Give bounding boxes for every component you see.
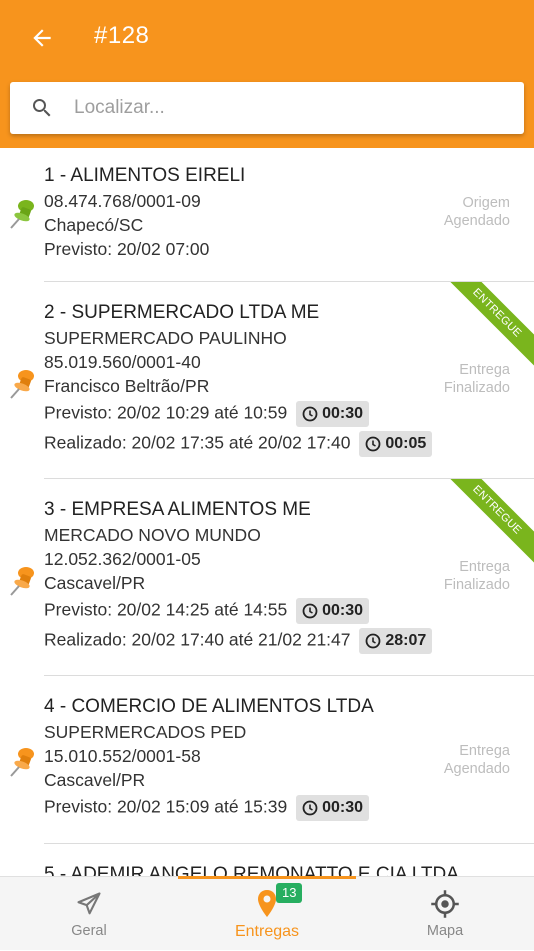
item-name: 5 - ADEMIR ANGELO REMONATTO E CIA LTDA bbox=[44, 864, 459, 876]
duration-chip: 00:30 bbox=[296, 795, 370, 821]
item-fantasy-name: SUPERMERCADOS PED bbox=[44, 722, 247, 742]
active-tab-indicator bbox=[178, 876, 356, 879]
search-input[interactable] bbox=[74, 97, 494, 119]
nav-label: Entregas bbox=[234, 923, 300, 940]
clock-icon bbox=[365, 633, 381, 649]
item-previsto-row: Previsto: 20/02 15:09 até 15:39 00:30 bbox=[44, 795, 370, 821]
item-cnpj: 15.010.552/0001-58 bbox=[44, 746, 201, 766]
item-realizado-row: Realizado: 20/02 17:40 até 21/02 21:47 2… bbox=[44, 628, 433, 654]
status-type: Entrega bbox=[459, 743, 510, 759]
arrow-back-icon bbox=[33, 29, 51, 47]
item-previsto: Previsto: 20/02 14:25 até 14:55 bbox=[44, 599, 288, 620]
item-cnpj: 12.052.362/0001-05 bbox=[44, 549, 201, 569]
nav-mapa[interactable]: Mapa bbox=[356, 877, 534, 951]
duration-chip: 28:07 bbox=[359, 628, 433, 654]
clock-icon bbox=[302, 603, 318, 619]
item-name: 3 - EMPRESA ALIMENTOS ME bbox=[44, 499, 311, 520]
status-state: Finalizado bbox=[443, 577, 510, 593]
item-city: Cascavel/PR bbox=[44, 770, 146, 790]
list-item[interactable]: 5 - ADEMIR ANGELO REMONATTO E CIA LTDA bbox=[0, 844, 534, 876]
nav-entregas[interactable]: Entregas bbox=[178, 877, 356, 951]
search-icon bbox=[10, 82, 74, 134]
item-name: 1 - ALIMENTOS EIRELI bbox=[44, 165, 246, 186]
item-fantasy-name: SUPERMERCADO PAULINHO bbox=[44, 328, 287, 348]
item-city: Cascavel/PR bbox=[44, 573, 146, 593]
pushpin-icon bbox=[10, 748, 34, 777]
item-previsto: Previsto: 20/02 07:00 bbox=[44, 239, 210, 259]
item-realizado: Realizado: 20/02 17:35 até 20/02 17:40 bbox=[44, 432, 351, 453]
duration-chip: 00:30 bbox=[296, 401, 370, 427]
send-icon bbox=[77, 892, 101, 915]
bottom-navigation: Geral Entregas 13 Mapa bbox=[0, 876, 534, 950]
search-bar[interactable] bbox=[10, 82, 524, 134]
clock-icon bbox=[302, 800, 318, 816]
item-status: Origem Agendado bbox=[444, 194, 510, 230]
list-item[interactable]: 1 - ALIMENTOS EIRELI 08.474.768/0001-09 … bbox=[0, 148, 534, 282]
list-item[interactable]: ENTREGUE 3 - EMPRESA ALIMENTOS ME MERCAD… bbox=[0, 479, 534, 676]
pushpin-icon bbox=[10, 370, 34, 399]
duration-chip: 00:30 bbox=[296, 598, 370, 624]
item-city: Chapecó/SC bbox=[44, 215, 144, 235]
status-type: Entrega bbox=[459, 362, 510, 378]
status-state: Finalizado bbox=[443, 380, 510, 396]
pushpin-icon bbox=[10, 567, 34, 596]
item-cnpj: 08.474.768/0001-09 bbox=[44, 191, 201, 211]
duration-chip: 00:05 bbox=[359, 431, 433, 457]
item-city: Francisco Beltrão/PR bbox=[44, 376, 210, 396]
nav-label: Geral bbox=[71, 923, 107, 939]
item-realizado: Realizado: 20/02 17:40 até 21/02 21:47 bbox=[44, 629, 351, 650]
pushpin-icon bbox=[10, 200, 34, 229]
list-item[interactable]: 4 - COMERCIO DE ALIMENTOS LTDA SUPERMERC… bbox=[0, 676, 534, 844]
page-title: #128 bbox=[94, 22, 150, 49]
status-state: Agendado bbox=[443, 213, 510, 229]
gps-target-icon bbox=[431, 890, 459, 918]
count-badge: 13 bbox=[276, 883, 303, 903]
item-fantasy-name: MERCADO NOVO MUNDO bbox=[44, 525, 261, 545]
item-name: 4 - COMERCIO DE ALIMENTOS LTDA bbox=[44, 696, 374, 717]
status-state: Agendado bbox=[443, 761, 510, 777]
clock-icon bbox=[365, 436, 381, 452]
item-status: Entrega Agendado bbox=[444, 742, 510, 778]
back-button[interactable] bbox=[22, 18, 62, 58]
status-type: Origem bbox=[462, 195, 510, 211]
item-previsto: Previsto: 20/02 15:09 até 15:39 bbox=[44, 796, 288, 817]
delivery-list[interactable]: 1 - ALIMENTOS EIRELI 08.474.768/0001-09 … bbox=[0, 148, 534, 876]
item-name: 2 - SUPERMERCADO LTDA ME bbox=[44, 302, 320, 323]
clock-icon bbox=[302, 406, 318, 422]
nav-label: Mapa bbox=[426, 923, 464, 939]
status-type: Entrega bbox=[459, 559, 510, 575]
list-item[interactable]: ENTREGUE 2 - SUPERMERCADO LTDA ME SUPERM… bbox=[0, 282, 534, 479]
item-previsto-row: Previsto: 20/02 14:25 até 14:55 00:30 bbox=[44, 598, 370, 624]
item-previsto-row: Previsto: 20/02 10:29 até 10:59 00:30 bbox=[44, 401, 370, 427]
item-status: Entrega Finalizado bbox=[444, 361, 510, 397]
item-cnpj: 85.019.560/0001-40 bbox=[44, 352, 201, 372]
app-bar: #128 bbox=[0, 0, 534, 148]
nav-geral[interactable]: Geral bbox=[0, 877, 178, 951]
item-realizado-row: Realizado: 20/02 17:35 até 20/02 17:40 0… bbox=[44, 431, 433, 457]
item-previsto: Previsto: 20/02 10:29 até 10:59 bbox=[44, 402, 288, 423]
item-status: Entrega Finalizado bbox=[444, 558, 510, 594]
